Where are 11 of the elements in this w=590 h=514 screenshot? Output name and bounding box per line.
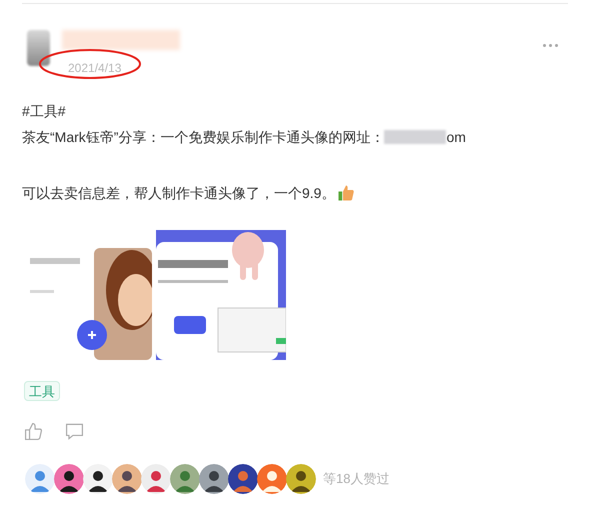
post-text: 可以去卖信息差，帮人制作卡通头像了，一个9.9。	[22, 184, 336, 202]
comment-icon[interactable]	[65, 422, 84, 441]
post-text: 茶友“Mark钰帝”分享：一个免费娱乐制作卡通头像的网址：	[22, 128, 384, 146]
thumbs-up-icon	[337, 184, 356, 202]
redacted-block	[384, 130, 446, 144]
like-icon[interactable]	[24, 422, 43, 441]
link-text[interactable]: om	[446, 126, 466, 148]
hashtag-text[interactable]: #工具#	[22, 98, 66, 124]
user-avatar[interactable]	[27, 30, 50, 66]
more-icon[interactable]	[543, 44, 558, 47]
post-date: 2021/4/13	[68, 61, 122, 75]
